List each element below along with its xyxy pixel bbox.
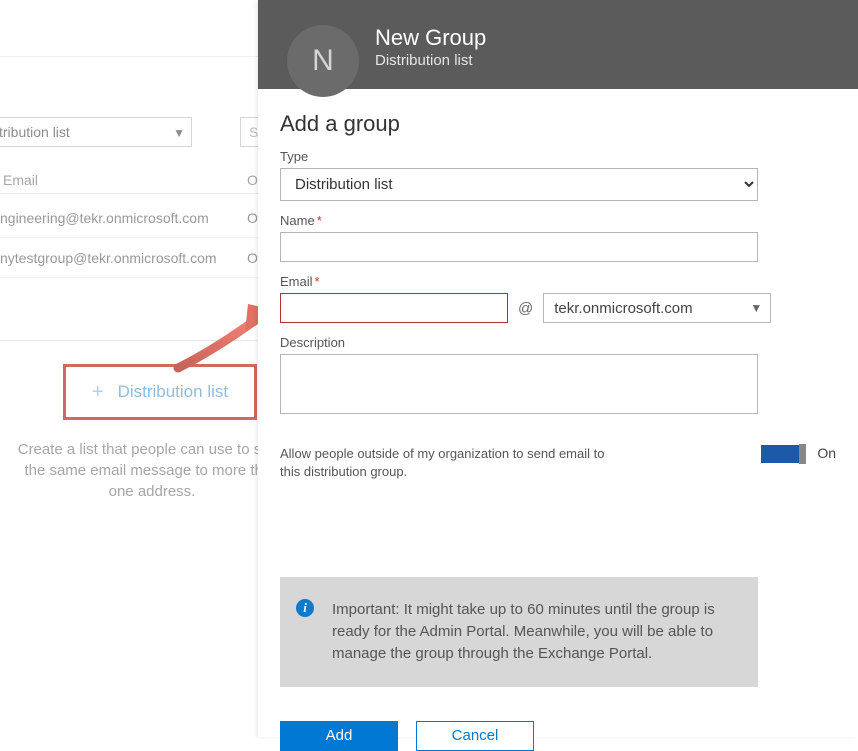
panel-body: Add a group Type Distribution list Name*… <box>258 89 858 751</box>
name-label: Name* <box>280 213 836 228</box>
background-groups-list: tribution list ▼ Se Email O ngineering@t… <box>0 0 258 737</box>
type-label: Type <box>280 149 836 164</box>
info-box: i Important: It might take up to 60 minu… <box>280 577 758 686</box>
button-row: Add Cancel <box>280 721 836 751</box>
cancel-button[interactable]: Cancel <box>416 721 534 751</box>
type-select[interactable]: Distribution list <box>280 168 758 201</box>
allow-external-text: Allow people outside of my organization … <box>280 445 620 481</box>
distribution-list-button[interactable]: + Distribution list <box>63 364 257 420</box>
info-icon: i <box>296 599 314 617</box>
name-label-text: Name <box>280 213 315 228</box>
toggle-knob <box>799 444 806 464</box>
email-label-text: Email <box>280 274 313 289</box>
col-owner-header: O <box>247 172 258 188</box>
required-asterisk: * <box>315 274 320 289</box>
required-asterisk: * <box>317 213 322 228</box>
at-symbol: @ <box>518 300 533 317</box>
avatar: N <box>287 25 359 97</box>
add-group-panel: N New Group Distribution list Add a grou… <box>258 0 858 737</box>
avatar-letter: N <box>312 44 334 78</box>
add-button-label: Add <box>326 727 353 744</box>
background-topbar <box>0 0 258 57</box>
distribution-list-caption: Create a list that people can use to sen… <box>12 439 292 502</box>
table-header: Email O <box>0 166 258 194</box>
cancel-button-label: Cancel <box>452 727 499 744</box>
panel-header: N New Group Distribution list <box>258 0 858 89</box>
description-field[interactable] <box>280 354 758 414</box>
filter-value: tribution list <box>0 124 70 140</box>
row-email: nytestgroup@tekr.onmicrosoft.com <box>0 250 217 266</box>
panel-title: New Group <box>375 25 486 51</box>
panel-subtitle: Distribution list <box>375 52 473 69</box>
email-domain-value: tekr.onmicrosoft.com <box>554 300 692 317</box>
email-domain-select[interactable]: tekr.onmicrosoft.com ▼ <box>543 293 771 323</box>
row-email: ngineering@tekr.onmicrosoft.com <box>0 210 209 226</box>
row-owner: O <box>247 210 258 226</box>
allow-external-row: Allow people outside of my organization … <box>280 445 836 481</box>
toggle-fill <box>761 445 799 463</box>
col-email-header: Email <box>3 172 38 188</box>
table-row[interactable]: nytestgroup@tekr.onmicrosoft.com O <box>0 238 258 278</box>
allow-external-toggle[interactable] <box>761 445 803 463</box>
email-label: Email* <box>280 274 836 289</box>
plus-icon: + <box>92 381 104 404</box>
form-title: Add a group <box>280 111 836 137</box>
add-button[interactable]: Add <box>280 721 398 751</box>
chevron-down-icon: ▼ <box>750 301 762 315</box>
divider <box>0 340 258 341</box>
info-text: Important: It might take up to 60 minute… <box>332 601 715 662</box>
chevron-down-icon: ▼ <box>173 126 185 140</box>
description-label: Description <box>280 335 836 350</box>
toggle-state-label: On <box>817 445 836 461</box>
filter-dropdown[interactable]: tribution list ▼ <box>0 117 192 147</box>
table-row[interactable]: ngineering@tekr.onmicrosoft.com O <box>0 198 258 238</box>
row-owner: O <box>247 250 258 266</box>
email-row: @ tekr.onmicrosoft.com ▼ <box>280 293 836 323</box>
email-field[interactable] <box>280 293 508 323</box>
name-field[interactable] <box>280 232 758 262</box>
distribution-list-label: Distribution list <box>118 382 229 402</box>
